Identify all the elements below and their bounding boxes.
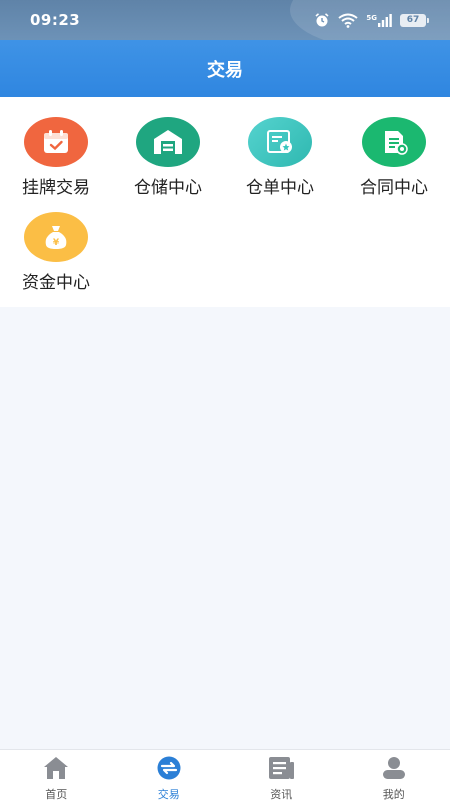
grid-item-label: 仓单中心 [246, 178, 314, 198]
contract-icon [362, 117, 426, 167]
tab-home[interactable]: 首页 [0, 750, 113, 800]
grid-item-label: 仓储中心 [134, 178, 202, 198]
nav-bar: 交易 [0, 40, 450, 97]
bottom-tab-bar: 首页 交易 资讯 我的 [0, 749, 450, 800]
page-title: 交易 [207, 59, 243, 81]
function-grid: 挂牌交易 仓储中心 仓单中心 合同中心 ¥ 资金中心 [0, 97, 450, 307]
tab-label: 交易 [157, 788, 180, 800]
battery-icon: 67 [400, 13, 429, 27]
calendar-check-icon [24, 117, 88, 167]
svg-text:¥: ¥ [53, 238, 60, 248]
wifi-icon [338, 13, 358, 28]
status-icons: 5G 67 [314, 12, 429, 28]
tab-label: 首页 [45, 788, 68, 800]
warehouse-icon [136, 117, 200, 167]
grid-item-contract-center[interactable]: 合同中心 [338, 117, 450, 198]
grid-item-funds-center[interactable]: ¥ 资金中心 [0, 212, 112, 293]
user-icon [379, 756, 409, 784]
grid-item-warehouse-center[interactable]: 仓储中心 [112, 117, 224, 198]
home-icon [41, 756, 71, 784]
grid-item-label: 合同中心 [360, 178, 428, 198]
exchange-icon [154, 756, 184, 784]
signal-icon: 5G [366, 13, 392, 27]
news-icon [266, 756, 296, 784]
network-type: 5G [366, 13, 377, 22]
receipt-icon [248, 117, 312, 167]
tab-label: 资讯 [270, 788, 293, 800]
tab-mine[interactable]: 我的 [338, 750, 450, 800]
tab-trade[interactable]: 交易 [113, 750, 226, 800]
alarm-icon [314, 12, 330, 28]
tab-label: 我的 [382, 788, 405, 800]
money-bag-icon: ¥ [24, 212, 88, 262]
grid-item-receipt-center[interactable]: 仓单中心 [224, 117, 336, 198]
tab-news[interactable]: 资讯 [225, 750, 338, 800]
status-time: 09:23 [30, 11, 81, 29]
grid-item-label: 资金中心 [22, 273, 90, 293]
status-bar: 09:23 5G 67 [0, 0, 450, 40]
grid-item-listing-trade[interactable]: 挂牌交易 [0, 117, 112, 198]
grid-item-label: 挂牌交易 [22, 178, 90, 198]
